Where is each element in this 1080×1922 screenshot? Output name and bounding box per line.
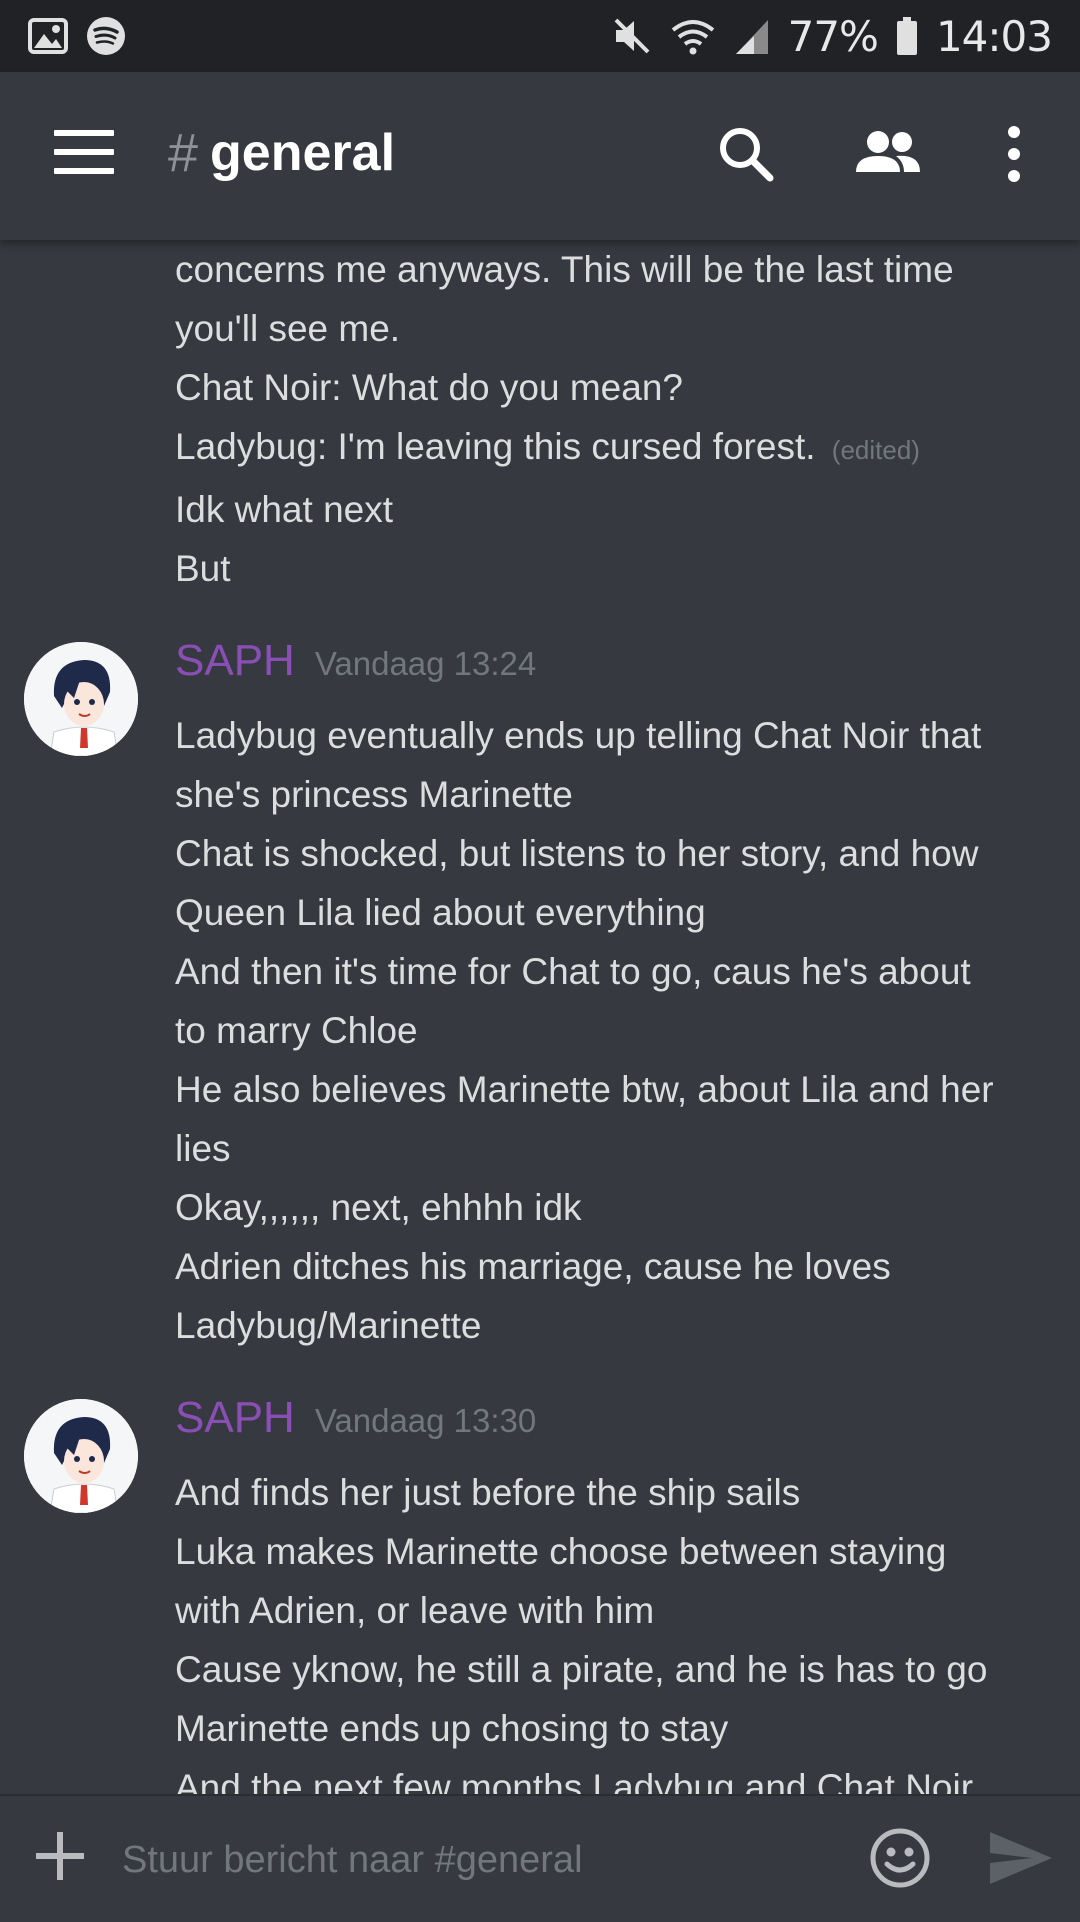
message-line: lies bbox=[175, 1128, 231, 1169]
channel-title: # general bbox=[168, 122, 395, 184]
wifi-icon bbox=[670, 16, 716, 56]
author-name[interactable]: SAPH bbox=[175, 1393, 295, 1443]
message-line: with Adrien, or leave with him bbox=[175, 1590, 655, 1631]
emoji-icon[interactable] bbox=[868, 1826, 932, 1895]
timestamp: Vandaag 13:30 bbox=[314, 1402, 537, 1439]
search-icon[interactable] bbox=[716, 124, 776, 189]
mute-icon bbox=[612, 16, 652, 56]
message-line: Ladybug eventually ends up telling Chat … bbox=[175, 715, 982, 756]
message-line: Luka makes Marinette choose between stay… bbox=[175, 1531, 947, 1572]
message-line: Cause yknow, he still a pirate, and he i… bbox=[175, 1649, 988, 1690]
message-group: SAPH Vandaag 13:30 And finds her just be… bbox=[0, 1393, 1080, 1794]
clock: 14:03 bbox=[935, 11, 1053, 61]
channel-hash: # bbox=[168, 123, 199, 183]
members-icon[interactable] bbox=[852, 124, 924, 189]
message-line: Idk what next bbox=[175, 489, 394, 530]
menu-icon[interactable] bbox=[54, 130, 114, 180]
message-group: SAPH Vandaag 13:24 Ladybug eventually en… bbox=[0, 636, 1080, 1355]
status-bar: 77% 14:03 bbox=[0, 0, 1080, 72]
edited-label: (edited) bbox=[831, 435, 920, 465]
more-icon[interactable] bbox=[1004, 124, 1024, 189]
message-line: But bbox=[175, 548, 231, 589]
message-line: Adrien ditches his marriage, cause he lo… bbox=[175, 1246, 891, 1287]
message-line: you'll see me. bbox=[175, 308, 401, 349]
message-continuation: concerns me anyways. This will be the la… bbox=[0, 240, 1080, 598]
message-line: Ladybug: I'm leaving this cursed forest.… bbox=[175, 417, 1060, 480]
message-header: SAPH Vandaag 13:30 bbox=[175, 1393, 1080, 1463]
message-composer bbox=[0, 1794, 1080, 1922]
message-text: Ladybug: I'm leaving this cursed forest. bbox=[175, 426, 816, 467]
plus-icon[interactable] bbox=[36, 1832, 84, 1880]
message-input[interactable] bbox=[120, 1826, 824, 1894]
image-icon bbox=[28, 18, 68, 54]
message-line: Chat Noir: What do you mean? bbox=[175, 367, 683, 408]
battery-percent: 77% bbox=[787, 11, 879, 61]
avatar[interactable] bbox=[24, 642, 138, 756]
signal-icon bbox=[734, 16, 770, 56]
message-line: And finds her just before the ship sails bbox=[175, 1472, 801, 1513]
send-icon[interactable] bbox=[988, 1830, 1054, 1891]
message-line: Okay,,,,,, next, ehhhh idk bbox=[175, 1187, 582, 1228]
channel-name: general bbox=[210, 124, 396, 182]
message-line: He also believes Marinette btw, about Li… bbox=[175, 1069, 994, 1110]
message-line: Ladybug/Marinette bbox=[175, 1305, 482, 1346]
message-line: Marinette ends up chosing to stay bbox=[175, 1708, 729, 1749]
message-header: SAPH Vandaag 13:24 bbox=[175, 636, 1080, 706]
spotify-icon bbox=[86, 16, 126, 56]
timestamp: Vandaag 13:24 bbox=[314, 645, 537, 682]
message-line: Chat is shocked, but listens to her stor… bbox=[175, 833, 979, 874]
message-line: she's princess Marinette bbox=[175, 774, 573, 815]
author-name[interactable]: SAPH bbox=[175, 636, 295, 686]
avatar[interactable] bbox=[24, 1399, 138, 1513]
message-line: to marry Chloe bbox=[175, 1010, 418, 1051]
message-line: Queen Lila lied about everything bbox=[175, 892, 706, 933]
message-line: And the next few months Ladybug and Chat… bbox=[175, 1767, 974, 1794]
channel-toolbar: # general bbox=[0, 72, 1080, 240]
battery-icon bbox=[896, 16, 918, 56]
message-line: concerns me anyways. This will be the la… bbox=[175, 249, 954, 290]
message-line: And then it's time for Chat to go, caus … bbox=[175, 951, 971, 992]
message-list[interactable]: concerns me anyways. This will be the la… bbox=[0, 240, 1080, 1794]
